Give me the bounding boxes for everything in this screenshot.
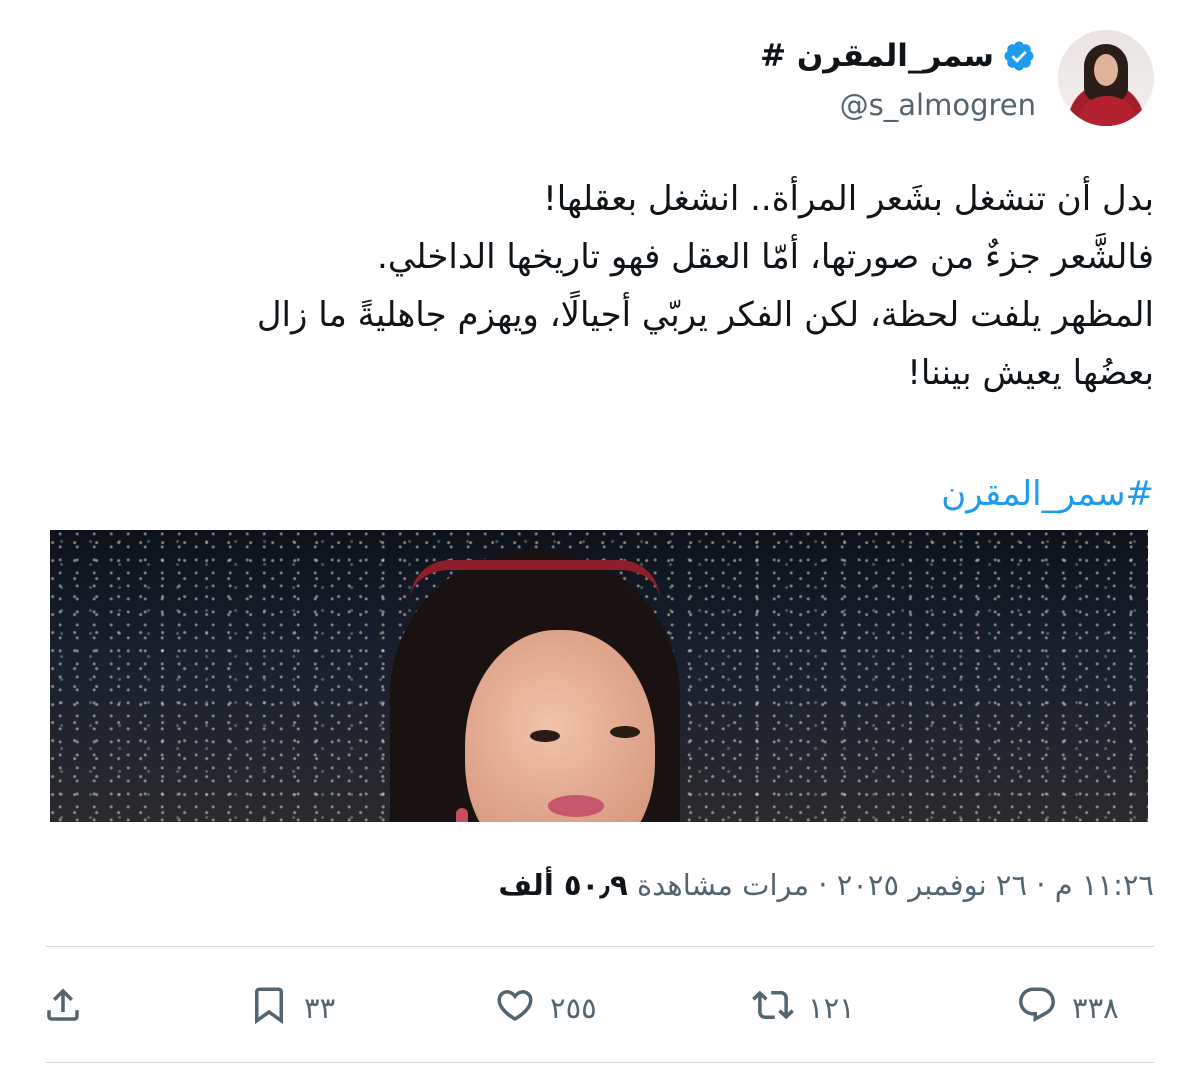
divider bbox=[46, 946, 1154, 947]
meta-separator: · bbox=[818, 868, 828, 902]
reply-icon bbox=[1016, 984, 1058, 1033]
tweet-date[interactable]: ٢٦ نوفمبر ٢٠٢٥ bbox=[837, 868, 1027, 902]
tweet-card: سمر_المقرن # @s_almogren بدل أن تنشغل بش… bbox=[0, 0, 1200, 1083]
author-handle[interactable]: @s_almogren bbox=[840, 88, 1036, 122]
reply-count: ٣٣٨ bbox=[1072, 991, 1119, 1025]
verified-badge-icon bbox=[1002, 39, 1036, 73]
bookmark-button[interactable]: ٣٣ bbox=[248, 984, 335, 1032]
share-button[interactable] bbox=[42, 984, 84, 1032]
tweet-time[interactable]: ١١:٢٦ م bbox=[1055, 868, 1154, 902]
tweet-text: بدل أن تنشغل بشَعر المرأة.. انشغل بعقلها… bbox=[54, 170, 1154, 402]
retweet-count: ١٢١ bbox=[808, 991, 855, 1025]
avatar[interactable] bbox=[1058, 30, 1154, 126]
meta-separator: · bbox=[1036, 868, 1046, 902]
display-name[interactable]: سمر_المقرن # bbox=[760, 38, 994, 74]
bookmark-icon bbox=[248, 984, 290, 1033]
share-icon bbox=[42, 984, 84, 1033]
retweet-button[interactable]: ١٢١ bbox=[752, 984, 855, 1032]
like-count: ٢٥٥ bbox=[550, 991, 597, 1025]
tweet-photo[interactable] bbox=[50, 530, 1148, 822]
tweet-line: بدل أن تنشغل بشَعر المرأة.. انشغل بعقلها… bbox=[543, 179, 1154, 219]
tweet-line: فالشَّعر جزءٌ من صورتها، أمّا العقل فهو … bbox=[377, 237, 1154, 277]
like-button[interactable]: ٢٥٥ bbox=[494, 984, 597, 1032]
hashtag-link[interactable]: #سمر_المقرن bbox=[941, 474, 1154, 514]
retweet-icon bbox=[752, 984, 794, 1033]
divider bbox=[46, 1062, 1154, 1063]
author-name-row[interactable]: سمر_المقرن # bbox=[760, 38, 1036, 74]
tweet-line: المظهر يلفت لحظة، لكن الفكر يربّي أجيالً… bbox=[256, 295, 1154, 335]
bookmark-count: ٣٣ bbox=[304, 991, 336, 1025]
views-count: ٥٠٫٩ ألف bbox=[498, 868, 628, 902]
photo-person bbox=[370, 550, 700, 822]
heart-icon bbox=[494, 984, 536, 1033]
tweet-meta: ١١:٢٦ م · ٢٦ نوفمبر ٢٠٢٥ · مرات مشاهدة ٥… bbox=[498, 868, 1154, 902]
views-label: مرات مشاهدة bbox=[637, 868, 810, 902]
tweet-line: بعضُها يعيش بيننا! bbox=[907, 353, 1154, 393]
reply-button[interactable]: ٣٣٨ bbox=[1016, 984, 1119, 1032]
